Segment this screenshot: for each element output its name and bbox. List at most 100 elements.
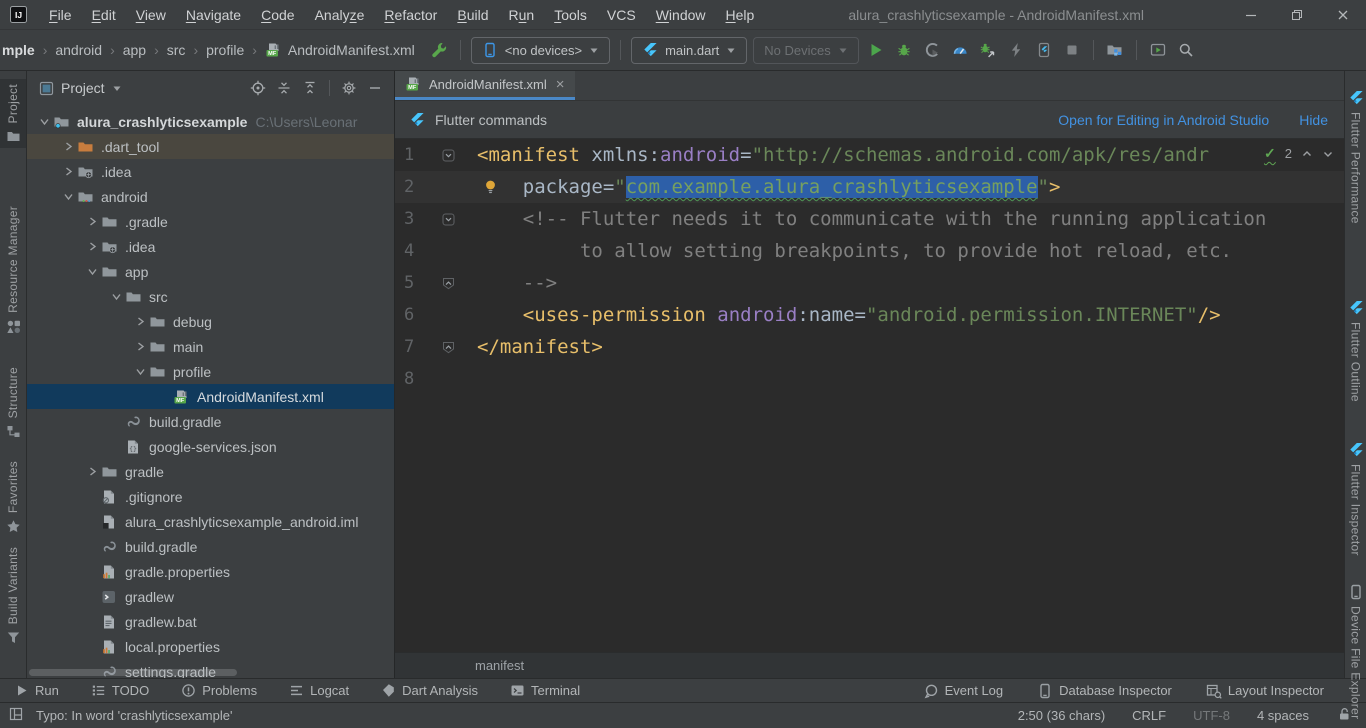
- tree-item-android[interactable]: android: [27, 184, 394, 209]
- code-line-3[interactable]: 3 <!-- Flutter needs it to communicate w…: [395, 203, 1344, 235]
- inspections-widget[interactable]: ✓ 2: [1256, 145, 1334, 162]
- code-line-4[interactable]: 4 to allow setting breakpoints, to provi…: [395, 235, 1344, 267]
- code-line-7[interactable]: 7</manifest>: [395, 331, 1344, 363]
- tree-item-dart-tool[interactable]: .dart_tool: [27, 134, 394, 159]
- breadcrumb-mple[interactable]: mple: [2, 42, 35, 58]
- toolbar-hot-restart-button[interactable]: [1030, 37, 1058, 63]
- breadcrumb-src[interactable]: src: [167, 42, 186, 58]
- tool-window-button-flutter-performance[interactable]: Flutter Performance: [1345, 85, 1366, 229]
- tree-item-main[interactable]: main: [27, 334, 394, 359]
- tool-window-button-flutter-inspector[interactable]: Flutter Inspector: [1345, 437, 1366, 561]
- menu-run[interactable]: Run: [499, 7, 545, 23]
- intention-bulb-icon[interactable]: [483, 179, 498, 201]
- tool-window-layout-icon[interactable]: [8, 706, 24, 725]
- panel-action-minus[interactable]: [364, 77, 386, 99]
- tree-chevron-right-icon[interactable]: [131, 314, 149, 330]
- tree-chevron-right-icon[interactable]: [83, 214, 101, 230]
- horizontal-scrollbar[interactable]: [29, 669, 237, 676]
- editor-gutter[interactable]: 2: [395, 171, 471, 203]
- menu-vcs[interactable]: VCS: [597, 7, 646, 23]
- tree-item-gradle[interactable]: gradle: [27, 459, 394, 484]
- tool-window-button-device-file-explorer[interactable]: Device File Explorer: [1345, 579, 1366, 724]
- toolbar-wrench-button[interactable]: [425, 37, 453, 63]
- tree-chevron-right-icon[interactable]: [59, 164, 77, 180]
- menu-tools[interactable]: Tools: [544, 7, 597, 23]
- toolbar-hot-reload-button[interactable]: [1002, 37, 1030, 63]
- tool-window-button-logcat[interactable]: Logcat: [289, 683, 349, 698]
- tree-item-alura-crashlyticsexample-android-iml[interactable]: alura_crashlyticsexample_android.iml: [27, 509, 394, 534]
- caret-position[interactable]: 2:50 (36 chars): [1018, 708, 1105, 723]
- breadcrumb-androidmanifest[interactable]: MFAndroidManifest.xml: [265, 42, 415, 58]
- menu-window[interactable]: Window: [646, 7, 716, 23]
- breadcrumb-profile[interactable]: profile: [206, 42, 244, 58]
- toolbar-attach-debugger-button[interactable]: [974, 37, 1002, 63]
- code-line-6[interactable]: 6 <uses-permission android:name="android…: [395, 299, 1344, 331]
- tree-chevron-down-icon[interactable]: [59, 189, 77, 205]
- panel-action-target[interactable]: [247, 77, 269, 99]
- menu-file[interactable]: File: [39, 7, 82, 23]
- tool-window-button-project[interactable]: Project: [0, 79, 26, 148]
- run-configuration-dropdown[interactable]: main.dart: [631, 37, 747, 64]
- code-editor[interactable]: 1<manifest xmlns:android="http://schemas…: [395, 139, 1344, 652]
- menu-code[interactable]: Code: [251, 7, 304, 23]
- editor-gutter[interactable]: 3: [395, 203, 471, 235]
- file-encoding[interactable]: UTF-8: [1193, 708, 1230, 723]
- tree-item-androidmanifest-xml[interactable]: MFAndroidManifest.xml: [27, 384, 394, 409]
- tree-item-idea[interactable]: .idea: [27, 234, 394, 259]
- tool-window-button-favorites[interactable]: Favorites: [0, 456, 26, 539]
- project-view-selector[interactable]: Project: [61, 80, 105, 96]
- tool-window-button-terminal[interactable]: Terminal: [510, 683, 580, 698]
- tab-close-icon[interactable]: ×: [556, 76, 565, 93]
- toolbar-profiler-button[interactable]: [946, 37, 974, 63]
- maximize-button[interactable]: [1274, 0, 1320, 29]
- toolbar-search-button[interactable]: [1172, 37, 1200, 63]
- tool-window-button-layout-inspector[interactable]: Layout Inspector: [1206, 683, 1324, 699]
- breadcrumb-android[interactable]: android: [55, 42, 102, 58]
- tree-item-profile[interactable]: profile: [27, 359, 394, 384]
- tree-chevron-down-icon[interactable]: [107, 289, 125, 305]
- tree-item-local-properties[interactable]: local.properties: [27, 634, 394, 659]
- toolbar-stop-button[interactable]: [1058, 37, 1086, 63]
- panel-action-gear[interactable]: [338, 77, 360, 99]
- editor-gutter[interactable]: 5: [395, 267, 471, 299]
- tree-item-gitignore[interactable]: .gitignore: [27, 484, 394, 509]
- tree-chevron-right-icon[interactable]: [83, 239, 101, 255]
- breadcrumb-manifest[interactable]: manifest: [475, 658, 524, 673]
- tree-item-google-services-json[interactable]: {}google-services.json: [27, 434, 394, 459]
- menu-edit[interactable]: Edit: [82, 7, 126, 23]
- tree-item-build-gradle[interactable]: build.gradle: [27, 534, 394, 559]
- tool-window-button-problems[interactable]: Problems: [181, 683, 257, 698]
- tree-item-idea[interactable]: .idea: [27, 159, 394, 184]
- tree-item-gradle[interactable]: .gradle: [27, 209, 394, 234]
- code-line-2[interactable]: 2 package="com.example.alura_crashlytics…: [395, 171, 1344, 203]
- tool-window-button-database-inspector[interactable]: Database Inspector: [1037, 683, 1172, 699]
- tree-chevron-right-icon[interactable]: [131, 339, 149, 355]
- fold-marker-icon[interactable]: [442, 213, 457, 226]
- close-button[interactable]: [1320, 0, 1366, 29]
- tool-window-button-todo[interactable]: TODO: [91, 683, 149, 698]
- tree-chevron-down-icon[interactable]: [35, 114, 53, 130]
- tree-chevron-right-icon[interactable]: [83, 464, 101, 480]
- previous-problem-icon[interactable]: [1301, 148, 1313, 160]
- tree-item-alura-crashlyticsexample[interactable]: alura_crashlyticsexampleC:\Users\Leonar: [27, 109, 394, 134]
- menu-help[interactable]: Help: [716, 7, 765, 23]
- code-line-1[interactable]: 1<manifest xmlns:android="http://schemas…: [395, 139, 1344, 171]
- menu-analyze[interactable]: Analyze: [305, 7, 375, 23]
- panel-action-collapse-all[interactable]: [299, 77, 321, 99]
- open-in-android-studio-link[interactable]: Open for Editing in Android Studio: [1058, 112, 1269, 128]
- menu-view[interactable]: View: [126, 7, 176, 23]
- menu-navigate[interactable]: Navigate: [176, 7, 251, 23]
- tree-item-gradle-properties[interactable]: gradle.properties: [27, 559, 394, 584]
- line-ending[interactable]: CRLF: [1132, 708, 1166, 723]
- tool-window-button-run[interactable]: Run: [14, 683, 59, 698]
- fold-marker-icon[interactable]: [442, 149, 457, 162]
- hide-banner-link[interactable]: Hide: [1299, 112, 1328, 128]
- tree-item-gradlew[interactable]: gradlew: [27, 584, 394, 609]
- tree-item-src[interactable]: src: [27, 284, 394, 309]
- tool-window-button-resource-manager[interactable]: Resource Manager: [0, 201, 26, 339]
- code-line-8[interactable]: 8: [395, 363, 1344, 395]
- editor-gutter[interactable]: 8: [395, 363, 471, 395]
- tree-item-build-gradle[interactable]: build.gradle: [27, 409, 394, 434]
- editor-gutter[interactable]: 4: [395, 235, 471, 267]
- toolbar-coverage-button[interactable]: [918, 37, 946, 63]
